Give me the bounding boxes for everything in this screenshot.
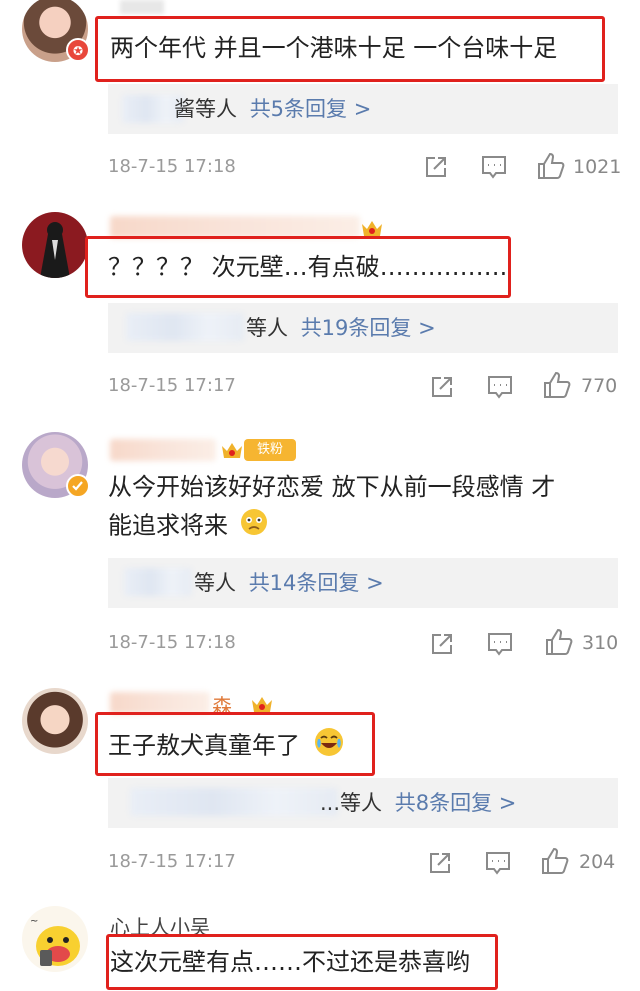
comment-text-line-1: 从今开始该好好恋爱 放下从前一段感情 才	[108, 473, 556, 501]
comment-text: 这次元壁有点……不过还是恭喜哟	[110, 948, 470, 976]
blurred-username-top	[120, 0, 164, 14]
laughing-tears-emoji	[314, 727, 344, 766]
like-count: 204	[579, 851, 616, 873]
like-icon[interactable]	[536, 151, 566, 181]
reply-count-link[interactable]: 共5条回复 >	[250, 97, 372, 121]
reply-names-suffix: 等人	[246, 316, 288, 340]
comment-text-line-2-text: 能追求将来	[108, 511, 228, 540]
comment-icon[interactable]	[484, 849, 512, 879]
share-icon[interactable]	[428, 373, 456, 403]
timestamp: 18-7-15 17:18	[108, 632, 236, 653]
comment-icon[interactable]	[480, 153, 508, 183]
verified-badge-icon: ✪	[66, 38, 90, 62]
comment-icon[interactable]	[486, 373, 514, 403]
fan-badge: 铁粉	[244, 439, 296, 461]
timestamp: 18-7-15 17:17	[108, 851, 236, 872]
crown-badge-icon	[360, 218, 384, 238]
share-icon[interactable]	[422, 153, 450, 183]
comment-icon[interactable]	[486, 630, 514, 660]
avatar[interactable]: ~	[22, 906, 88, 972]
reply-count-link[interactable]: 共14条回复 >	[249, 571, 384, 595]
blurred-replier-names	[126, 313, 244, 341]
comment-text: 两个年代 并且一个港味十足 一个台味十足	[110, 34, 558, 62]
like-icon[interactable]	[540, 846, 570, 876]
avatar[interactable]	[22, 212, 88, 278]
svg-text:~: ~	[30, 916, 38, 927]
worried-face-emoji	[240, 508, 268, 545]
reply-summary[interactable]: 等人 共19条回复 >	[108, 303, 618, 353]
blurred-username	[110, 439, 216, 461]
reply-names-suffix: 酱等人	[174, 97, 237, 121]
like-count: 1021	[573, 156, 622, 178]
blurred-replier-names	[130, 788, 338, 816]
like-count: 310	[582, 632, 619, 654]
avatar[interactable]	[22, 688, 88, 754]
reply-summary[interactable]: ...等人 共8条回复 >	[108, 778, 618, 828]
share-icon[interactable]	[426, 849, 454, 879]
reply-count-link[interactable]: 共8条回复 >	[395, 791, 517, 815]
svg-text:✪: ✪	[73, 44, 83, 58]
comment-text-line-2: 能追求将来	[108, 508, 268, 545]
like-icon[interactable]	[544, 627, 574, 657]
blurred-username	[110, 216, 360, 238]
reply-count-link[interactable]: 共19条回复 >	[301, 316, 436, 340]
blurred-username	[110, 692, 210, 714]
crown-badge-icon	[250, 694, 274, 714]
blurred-replier-names	[124, 568, 192, 596]
crown-badge-icon	[220, 440, 244, 460]
verified-badge-icon	[66, 474, 90, 498]
share-icon[interactable]	[428, 630, 456, 660]
timestamp: 18-7-15 17:18	[108, 156, 236, 177]
timestamp: 18-7-15 17:17	[108, 375, 236, 396]
comment-text: ？？？？ 次元壁…有点破…………….	[108, 253, 508, 281]
reply-names-suffix: ...等人	[320, 791, 383, 815]
like-icon[interactable]	[542, 370, 572, 400]
reply-names-suffix: 等人	[194, 571, 236, 595]
comment-text: 王子敖犬真童年了	[108, 727, 344, 766]
reply-summary[interactable]: 等人 共14条回复 >	[108, 558, 618, 608]
comment-text-content: 王子敖犬真童年了	[108, 731, 300, 760]
reply-summary[interactable]: 酱等人 共5条回复 >	[108, 84, 618, 134]
like-count: 770	[581, 375, 618, 397]
